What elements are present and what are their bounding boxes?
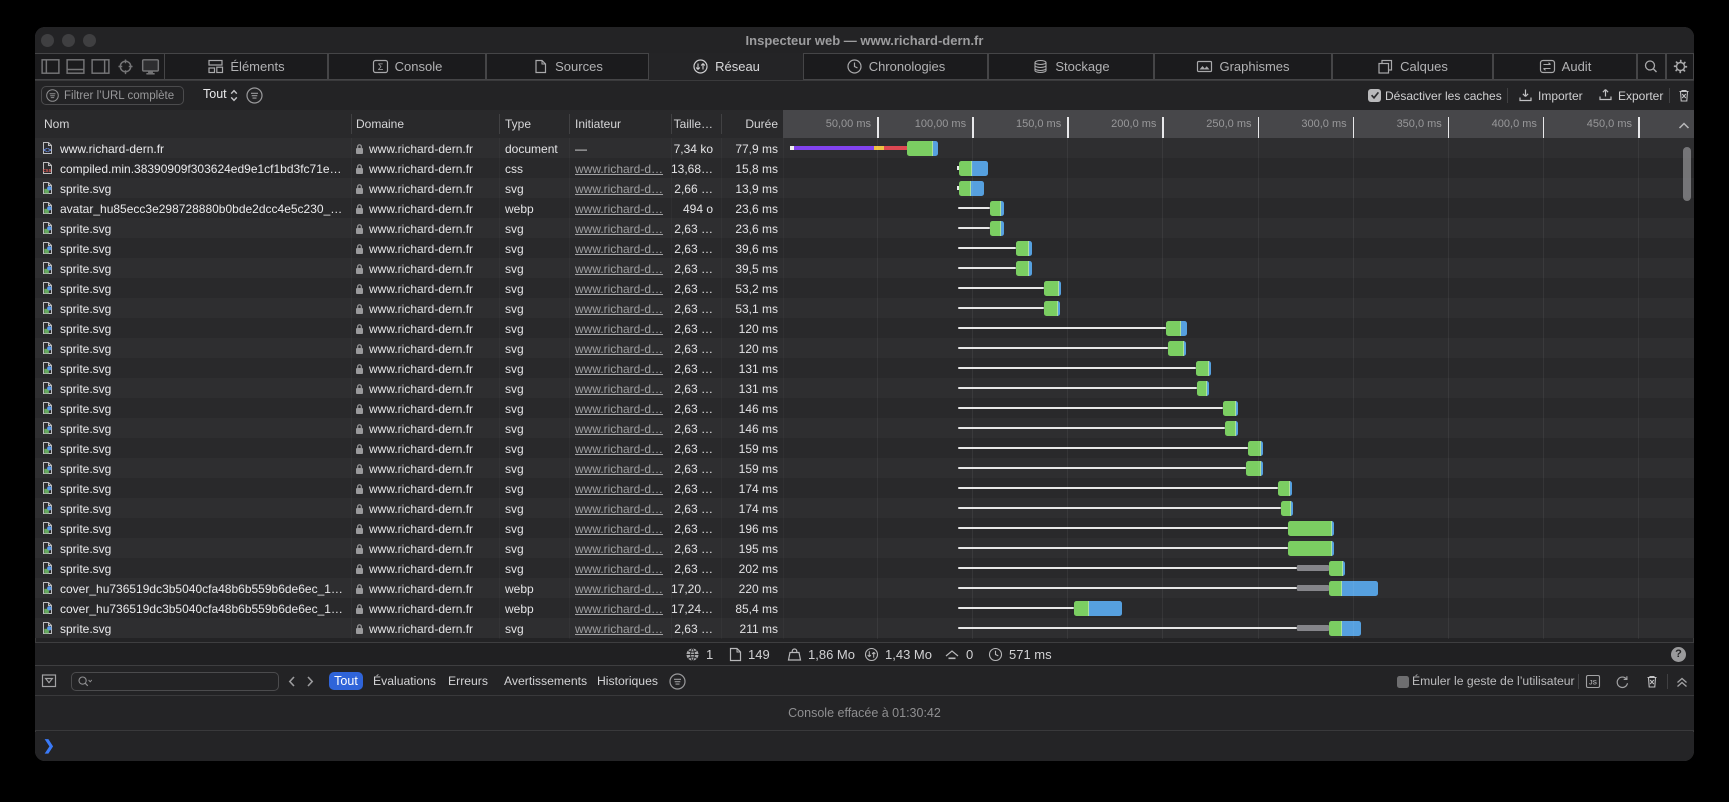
svg-text:JS: JS (1589, 680, 1598, 687)
svg-text:css: css (43, 168, 52, 174)
svg-text:<>: <> (43, 147, 51, 154)
